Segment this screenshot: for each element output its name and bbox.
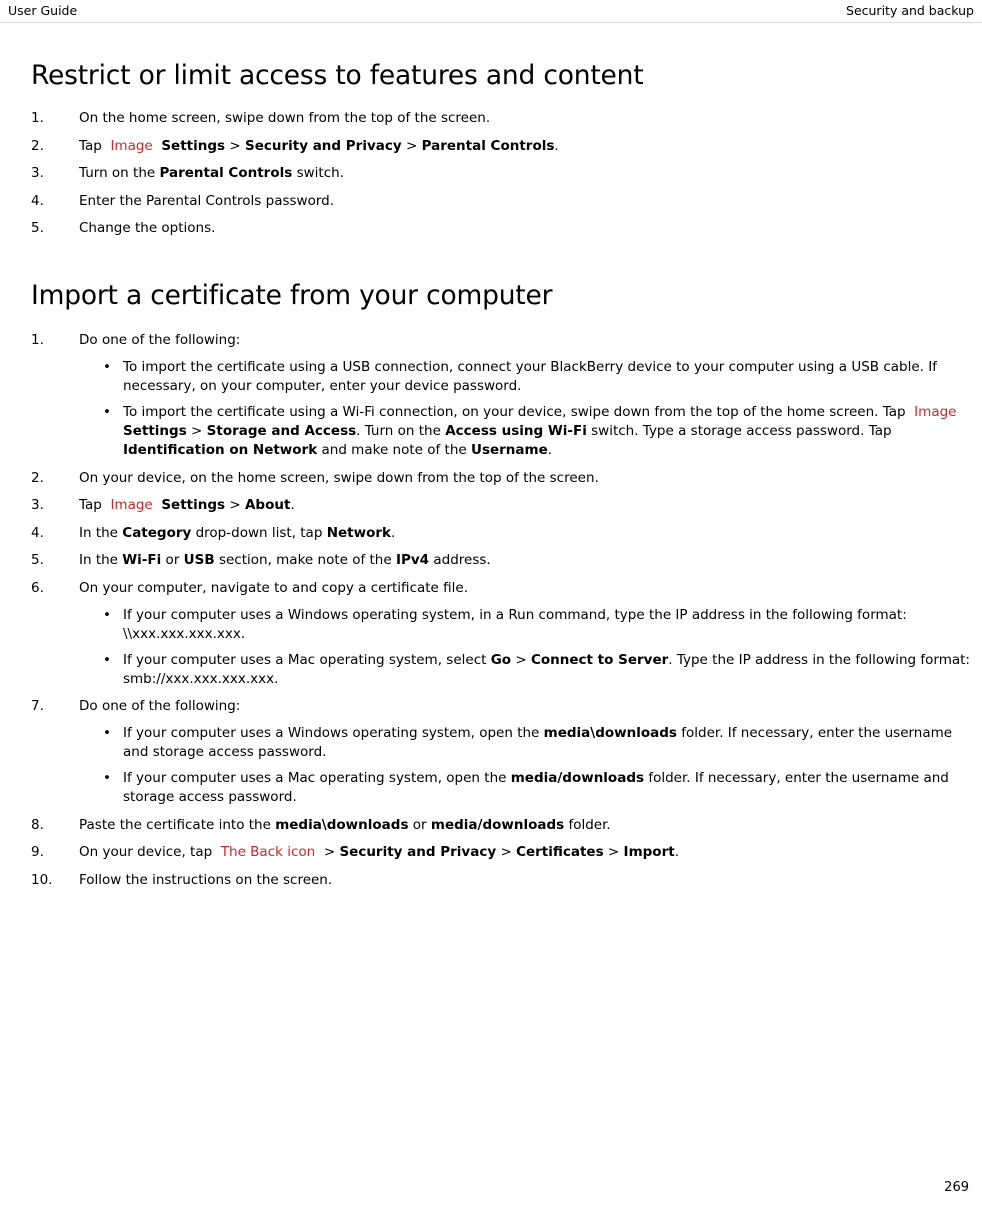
list-item-number: 10. <box>31 871 53 888</box>
list-item-text: Follow the instructions on the screen. <box>79 871 333 888</box>
list-item: 3. Tap Image Settings > About. <box>31 496 981 515</box>
list-item: 5. Change the options. <box>31 219 981 238</box>
list-item: 4. In the Category drop-down list, tap Ne… <box>31 524 981 543</box>
list-item-text: On your computer, navigate to and copy a… <box>79 579 469 596</box>
steps-list-2: 1. Do one of the following: To import the … <box>31 331 981 890</box>
section-title-2: Import a certificate from your computer <box>31 280 553 311</box>
steps-list-1: 1. On the home screen, swipe down from th… <box>31 109 981 238</box>
list-item-number: 4. <box>31 524 44 541</box>
list-item: 1. Do one of the following: To import the … <box>31 331 981 460</box>
list-item: 4. Enter the Parental Controls password. <box>31 192 981 211</box>
list-item-number: 2. <box>31 137 44 154</box>
list-item: 8. Paste the certificate into the media\d… <box>31 816 981 835</box>
bullet-item: To import the certificate using a Wi-Fi … <box>99 403 981 460</box>
list-item-number: 1. <box>31 332 44 348</box>
list-item: 9. On your device, tap The Back icon > Se… <box>31 843 981 862</box>
document-content: Restrict or limit access to features and… <box>31 60 981 898</box>
list-item: 10. Follow the instructions on the screen… <box>31 871 981 890</box>
document-page: User Guide Security and backup Restrict … <box>0 0 982 1213</box>
list-item-text: On your device, on the home screen, swip… <box>79 469 599 486</box>
list-item: 5. In the Wi-Fi or USB section, make note… <box>31 551 981 570</box>
list-item-text: On the home screen, swipe down from the … <box>79 110 491 126</box>
bullet-list: If your computer uses a Windows operatin… <box>99 724 981 807</box>
header-left-text: User Guide <box>8 3 78 18</box>
bullet-item: If your computer uses a Windows operatin… <box>99 606 981 644</box>
bullet-item: To import the certificate using a USB co… <box>99 358 981 396</box>
list-item-number: 2. <box>31 469 44 486</box>
list-item-text: Enter the Parental Controls password. <box>79 192 335 209</box>
list-item-text: On your device, tap The Back icon > Secu… <box>79 844 679 860</box>
bullet-list: To import the certificate using a USB co… <box>99 358 981 460</box>
list-item: 1. On the home screen, swipe down from th… <box>31 109 981 128</box>
page-number: 269 <box>944 1180 969 1195</box>
list-item-text: Turn on the Parental Controls switch. <box>79 165 344 181</box>
list-item-number: 1. <box>31 110 44 126</box>
list-item-number: 7. <box>31 698 44 714</box>
list-item-text: Do one of the following: <box>79 332 241 348</box>
header-divider <box>0 22 982 23</box>
list-item-number: 5. <box>31 552 44 568</box>
list-item-number: 3. <box>31 497 44 513</box>
page-header: User Guide Security and backup <box>0 0 982 24</box>
bullet-item: If your computer uses a Mac operating sy… <box>99 769 981 807</box>
list-item-text: In the Category drop-down list, tap Netw… <box>79 524 396 541</box>
list-item-text: In the Wi-Fi or USB section, make note o… <box>79 552 491 568</box>
list-item-number: 9. <box>31 844 44 860</box>
list-item: 7. Do one of the following: If your comput… <box>31 697 981 807</box>
list-item-text: Do one of the following: <box>79 698 241 714</box>
list-item-text: Tap Image Settings > About. <box>79 497 295 513</box>
list-item-number: 6. <box>31 579 44 596</box>
header-right-text: Security and backup <box>846 3 974 18</box>
list-item-number: 5. <box>31 220 44 236</box>
list-item-number: 4. <box>31 192 44 209</box>
list-item: 6. On your computer, navigate to and copy… <box>31 579 981 689</box>
list-item-number: 3. <box>31 165 44 181</box>
list-item-text: Paste the certificate into the media\dow… <box>79 816 611 833</box>
bullet-item: If your computer uses a Windows operatin… <box>99 724 981 762</box>
list-item-number: 8. <box>31 816 44 833</box>
section-title-1: Restrict or limit access to features and… <box>31 60 644 91</box>
bullet-item: If your computer uses a Mac operating sy… <box>99 651 981 689</box>
list-item: 3. Turn on the Parental Controls switch. <box>31 164 981 183</box>
list-item: 2. On your device, on the home screen, sw… <box>31 469 981 488</box>
list-item: 2. Tap Image Settings > Security and Priv… <box>31 137 981 156</box>
bullet-list: If your computer uses a Windows operatin… <box>99 606 981 689</box>
list-item-text: Change the options. <box>79 220 216 236</box>
list-item-text: Tap Image Settings > Security and Privac… <box>79 137 559 154</box>
